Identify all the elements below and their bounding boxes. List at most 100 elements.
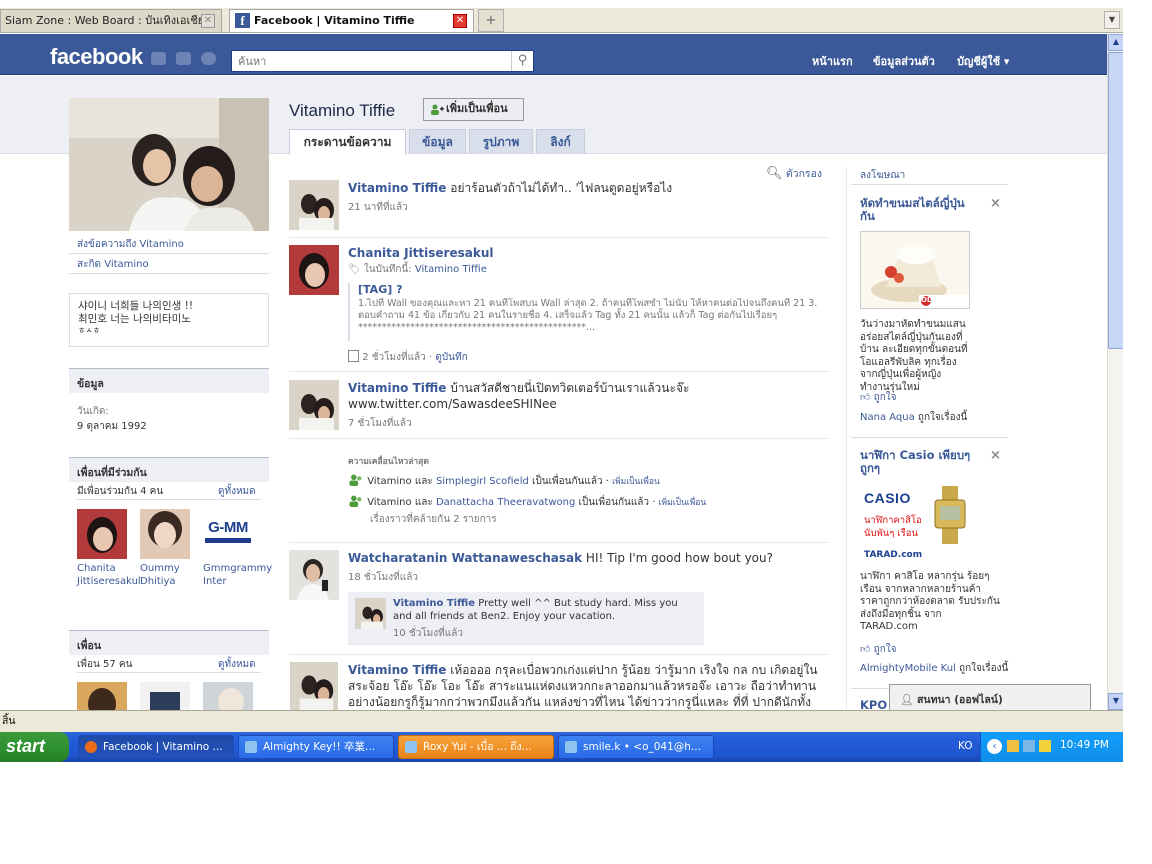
post-time[interactable]: 21 นาทีที่แล้ว (348, 200, 408, 215)
post-avatar[interactable] (289, 180, 339, 230)
note-icon (348, 350, 359, 362)
post-author[interactable]: Vitamino Tiffie (348, 181, 446, 195)
notifications-icon[interactable] (201, 52, 216, 65)
post-author[interactable]: Watcharatanin Wattanaweschasak (348, 551, 582, 565)
activity-friend[interactable]: Simplegirl Scofield (436, 476, 529, 487)
mutual-friend-name[interactable]: Chanita Jittiseresakul (77, 562, 141, 588)
nav-account[interactable]: บัญชีผู้ใช้ ▾ (957, 52, 1009, 70)
friend-photo[interactable] (203, 682, 253, 710)
tab-list-dropdown-icon[interactable]: ▼ (1104, 11, 1120, 29)
ad-like-button[interactable]: 👍︎ ถูกใจ (860, 642, 897, 657)
comment-author[interactable]: Vitamino Tiffie (393, 598, 475, 609)
add-friend-button[interactable]: เพิ่มเป็นเพื่อน (423, 98, 524, 121)
close-ad-icon[interactable]: × (990, 448, 1001, 463)
mutual-friend-name[interactable]: Gmmgrammy Inter (203, 562, 272, 588)
mutual-friends-count[interactable]: มีเพื่อนร่วมกัน 4 คน (77, 484, 163, 499)
search-input[interactable] (232, 51, 510, 71)
taskbar-clock[interactable]: 10:49 PM (1060, 739, 1109, 751)
post-body: Vitamino Tiffie อย่าร้อนตัวถ้าไม่ได้ทำ..… (348, 180, 828, 196)
note-meta: 2 ชั่วโมงที่แล้ว · ดูบันทึก (348, 350, 468, 365)
divider (69, 273, 269, 274)
add-friend-link[interactable]: เพิ่มเป็นเพื่อน (659, 498, 707, 508)
chat-bar[interactable]: 👤︎ สนทนา (ออฟไลน์) (889, 684, 1091, 710)
mutual-friend-photo[interactable]: G-MM (203, 509, 253, 559)
profile-picture[interactable] (69, 98, 269, 231)
browser-tab-facebook[interactable]: f Facebook | Vitamino Tiffie ✕ (229, 9, 474, 32)
tab-links[interactable]: ลิงก์ (536, 129, 585, 154)
nav-profile[interactable]: ข้อมูลส่วนตัว (873, 52, 935, 70)
network-icon[interactable] (1023, 740, 1035, 752)
tab-info[interactable]: ข้อมูล (409, 129, 466, 154)
taskbar-item-chat-1[interactable]: Almighty Key!! 卒業... (238, 735, 394, 759)
note-title[interactable]: [TAG] ? (358, 283, 826, 296)
post-author[interactable]: Chanita Jittiseresakul (348, 246, 494, 260)
add-friend-link[interactable]: เพิ่มเป็นเพื่อน (612, 477, 660, 487)
friend-requests-icon[interactable] (151, 52, 166, 65)
poke-link[interactable]: สะกิด Vitamino (77, 257, 149, 272)
security-alert-icon[interactable] (1039, 740, 1051, 752)
mutual-friend-name[interactable]: Oummy Dhitiya (140, 562, 198, 588)
post-time[interactable]: 7 ชั่วโมงที่แล้ว (348, 416, 412, 431)
similar-stories-link[interactable]: เรื่องราวที่คล้ายกัน 2 รายการ (370, 512, 497, 527)
start-button[interactable]: start (0, 732, 69, 762)
birthday-label: วันเกิด: (77, 406, 109, 417)
send-message-link[interactable]: ส่งข้อความถึง Vitamino (77, 237, 184, 252)
mutual-friend-photo[interactable] (77, 509, 127, 559)
post-avatar[interactable] (289, 245, 339, 295)
taskbar-item-firefox[interactable]: Facebook | Vitamino ... (78, 735, 234, 759)
ad-like-button[interactable]: 👍︎ ถูกใจ (860, 390, 897, 405)
tray-expand-icon[interactable]: ‹ (987, 739, 1002, 754)
post-time[interactable]: 18 ชั่วโมงที่แล้ว (348, 570, 418, 585)
chat-status-icon: 👤︎ (900, 694, 914, 706)
activity-who: Vitamino (367, 497, 412, 508)
browser-tab-siamzone[interactable]: Siam Zone : Web Board : บันเทิงเอเชีย ✕ (0, 9, 222, 32)
view-note-link[interactable]: ดูบันทึก (435, 352, 467, 363)
search-icon[interactable]: ⚲ (511, 51, 533, 71)
new-tab-button[interactable]: + (478, 9, 504, 32)
post-avatar[interactable] (289, 550, 339, 600)
mutual-friend-photo[interactable] (140, 509, 190, 559)
ad-liker[interactable]: Nana Aqua (860, 412, 915, 423)
friends-see-all-link[interactable]: ดูทั้งหมด (218, 657, 256, 672)
like-label: ถูกใจ (873, 644, 897, 655)
close-ad-icon[interactable]: × (990, 196, 1001, 211)
birthday-value: 9 ตุลาคม 1992 (77, 421, 147, 432)
friend-photo[interactable] (77, 682, 127, 710)
activity-verb: เป็นเพื่อนกันแล้ว · (532, 476, 609, 487)
friends-count[interactable]: เพื่อน 57 คน (77, 657, 132, 672)
messages-icon[interactable] (176, 52, 191, 65)
post-time[interactable]: 2 ชั่วโมงที่แล้ว (362, 352, 426, 363)
page-scrollbar[interactable]: ▲ ▼ (1107, 34, 1123, 710)
tagged-person[interactable]: Vitamino Tiffie (415, 264, 487, 275)
comment-avatar[interactable] (355, 598, 386, 629)
create-ad-link[interactable]: ลงโฆษณา (860, 168, 905, 183)
scrollbar-thumb[interactable] (1108, 52, 1123, 349)
post-author[interactable]: Vitamino Tiffie (348, 381, 446, 395)
mutual-see-all-link[interactable]: ดูทั้งหมด (218, 484, 256, 499)
ad-liker[interactable]: AlmightyMobile Kul (860, 663, 956, 674)
scroll-up-icon[interactable]: ▲ (1108, 34, 1123, 51)
facebook-logo[interactable]: facebook (50, 45, 143, 69)
post-avatar[interactable] (289, 662, 339, 710)
activity-friend[interactable]: Danattacha Theeravatwong (436, 497, 575, 508)
ad-title[interactable]: นาฬิกา Casio เพียบๆ ถูกๆ (860, 449, 980, 475)
post-author[interactable]: Vitamino Tiffie (348, 663, 446, 677)
ad-image[interactable]: CASIO นาฬิกาคาสิโอ นับพันๆ เรือน TARAD.c… (860, 484, 970, 564)
taskbar-item-chat-3[interactable]: smile.k • <o_041@h... (558, 735, 714, 759)
taskbar-item-chat-2[interactable]: Roxy Yui - เบื่อ ... ถึง... (398, 735, 554, 759)
friend-photo[interactable] (140, 682, 190, 710)
tab-photos[interactable]: รูปภาพ (469, 129, 533, 154)
language-indicator[interactable]: KO (958, 740, 973, 752)
tab-wall[interactable]: กระดานข้อความ (289, 129, 406, 155)
nav-home[interactable]: หน้าแรก (812, 52, 853, 70)
note-text: 1.ไปที่ Wall ของคุณและหา 21 คนที่โพสบน W… (358, 298, 818, 333)
tab-close-icon[interactable]: ✕ (453, 14, 467, 28)
ad-title[interactable]: หัดทำขนมสไตล์ญี่ปุ่นกัน (860, 197, 978, 223)
tab-close-icon[interactable]: ✕ (201, 14, 215, 28)
tray-app-icon[interactable] (1007, 740, 1019, 752)
ad-text: นาฬิกา คาสิโอ หลากรุ่น ร้อยๆเรือน จากหลา… (860, 571, 1000, 632)
ad-image[interactable]: OL (860, 231, 970, 309)
post-avatar[interactable] (289, 380, 339, 430)
messenger-icon (405, 741, 417, 753)
scroll-down-icon[interactable]: ▼ (1108, 693, 1123, 710)
